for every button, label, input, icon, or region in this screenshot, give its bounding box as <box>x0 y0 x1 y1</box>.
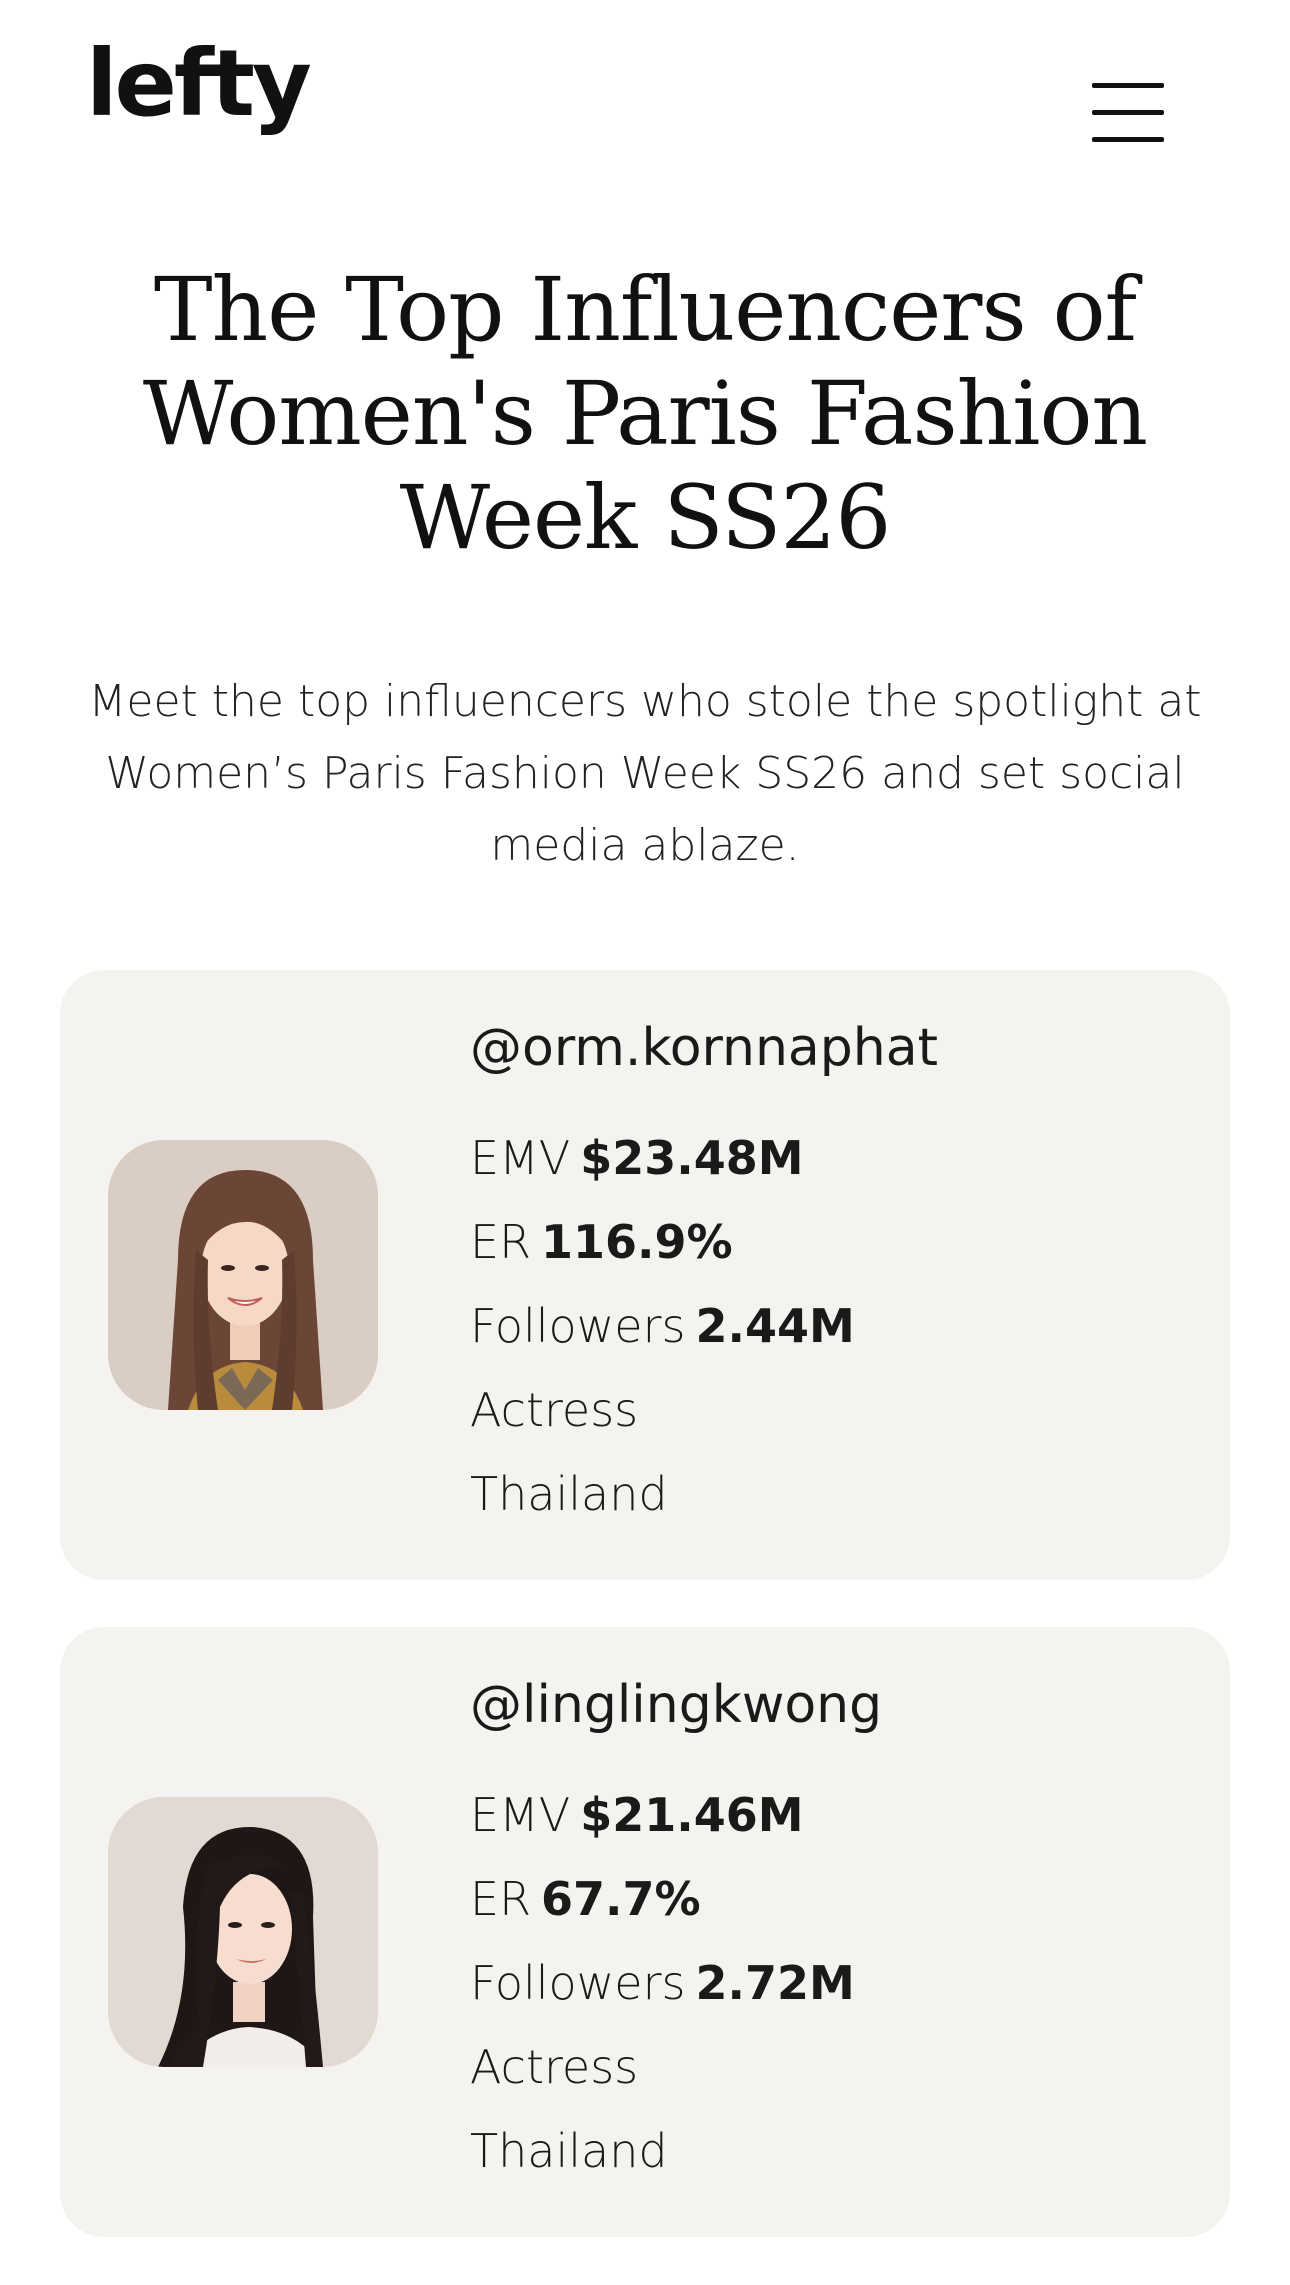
country: Thailand <box>470 2124 668 2178</box>
influencer-info: @linglingkwong EMV $21.46M ER 67.7% Follow… <box>470 1679 1190 2205</box>
avatar <box>108 1140 378 1410</box>
menu-bar <box>1092 137 1164 142</box>
influencer-card[interactable]: @linglingkwong EMV $21.46M ER 67.7% Follow… <box>60 1627 1230 2237</box>
emv-row: EMV $23.48M <box>470 1128 1190 1212</box>
er-value: 116.9% <box>541 1215 733 1269</box>
followers-row: Followers 2.72M <box>470 1953 1190 2037</box>
influencer-card[interactable]: @orm.kornnaphat EMV $23.48M ER 116.9% Foll… <box>60 970 1230 1580</box>
followers-label: Followers <box>470 1299 686 1353</box>
emv-value: $21.46M <box>580 1788 804 1842</box>
emv-label: EMV <box>470 1131 571 1185</box>
influencer-info: @orm.kornnaphat EMV $23.48M ER 116.9% Foll… <box>470 1022 1190 1548</box>
followers-value: 2.72M <box>695 1956 855 2010</box>
menu-bar <box>1092 83 1164 88</box>
page-subtitle: Meet the top influencers who stole the s… <box>88 676 1202 871</box>
er-label: ER <box>470 1215 532 1269</box>
followers-row: Followers 2.44M <box>470 1296 1190 1380</box>
emv-value: $23.48M <box>580 1131 804 1185</box>
lefty-logo[interactable]: lefty <box>86 38 312 130</box>
influencer-handle[interactable]: @linglingkwong <box>470 1679 1190 1745</box>
emv-label: EMV <box>470 1788 571 1842</box>
avatar <box>108 1797 378 2067</box>
influencer-handle[interactable]: @orm.kornnaphat <box>470 1022 1190 1088</box>
category: Actress <box>470 2040 639 2094</box>
followers-value: 2.44M <box>695 1299 855 1353</box>
menu-bar <box>1092 110 1164 115</box>
er-value: 67.7% <box>541 1872 701 1926</box>
hamburger-menu-icon[interactable] <box>1080 72 1168 144</box>
site-header: lefty <box>0 0 1290 200</box>
followers-label: Followers <box>470 1956 686 2010</box>
country: Thailand <box>470 1467 668 1521</box>
er-label: ER <box>470 1872 532 1926</box>
er-row: ER 67.7% <box>470 1869 1190 1953</box>
er-row: ER 116.9% <box>470 1212 1190 1296</box>
page-title: The Top Influencers of Women's Paris Fas… <box>142 258 1148 569</box>
emv-row: EMV $21.46M <box>470 1785 1190 1869</box>
category: Actress <box>470 1383 639 1437</box>
